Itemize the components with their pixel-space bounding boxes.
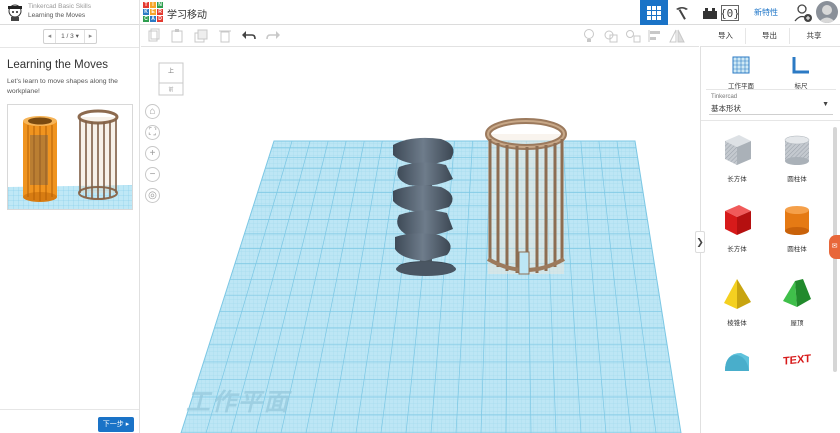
divider [0, 47, 139, 48]
lesson-pager: ◂ 1 / 3 ▾ ▸ [43, 29, 97, 44]
zoom-in-icon[interactable]: + [145, 146, 160, 161]
shape-label: 长方体 [727, 246, 747, 253]
view-cube-top-label: 上 [168, 67, 174, 75]
duplicate-icon[interactable] [193, 28, 209, 44]
library-value: 基本形状 [711, 104, 741, 113]
logo-tile: K [143, 9, 149, 15]
feedback-icon[interactable]: ✉ [829, 235, 840, 259]
lesson-title: Learning the Moves [7, 59, 109, 71]
shape-roof[interactable]: 屋顶 [775, 277, 819, 329]
whats-new-button[interactable]: 新特性 [746, 4, 786, 21]
shape-label: 长方体 [727, 176, 747, 183]
slatted-cylinder-model[interactable] [485, 118, 567, 275]
lesson-header[interactable]: Tinkercad Basic Skills Learning the Move… [0, 0, 140, 25]
logo-tile: A [150, 16, 156, 22]
tinkercad-logo[interactable]: TIN KER CAD [143, 2, 163, 23]
svg-text:TEXT: TEXT [783, 353, 811, 368]
collapse-panel-button[interactable]: ❯ [695, 231, 705, 253]
divider [706, 89, 836, 90]
grid-view-icon[interactable] [640, 0, 668, 25]
step-selector[interactable]: 1 / 3 ▾ [55, 30, 85, 43]
delete-icon[interactable] [217, 28, 233, 44]
shape-box[interactable]: 长方体 [715, 203, 759, 255]
lesson-character-icon [8, 4, 22, 21]
lesson-description: Let's learn to move shapes along the wor… [7, 78, 118, 95]
mirror-icon[interactable] [669, 28, 685, 44]
box-icon [725, 205, 751, 235]
copy-icon[interactable] [146, 28, 162, 44]
zoom-out-icon[interactable]: − [145, 167, 160, 182]
logo-tile: R [157, 9, 163, 15]
code-blocks-icon[interactable]: {0} [716, 0, 744, 25]
ungroup-icon[interactable] [625, 28, 641, 44]
fit-view-icon[interactable]: ⛶ [145, 125, 160, 140]
box-hole-icon [725, 135, 751, 165]
undo-icon[interactable] [241, 28, 257, 44]
ruler-icon [792, 57, 809, 74]
user-avatar[interactable] [816, 1, 838, 23]
logo-tile: D [157, 16, 163, 22]
roof-icon [783, 279, 811, 307]
logo-tile: C [143, 16, 149, 22]
divider [701, 120, 840, 121]
view-cube[interactable]: 上 前 [156, 57, 186, 99]
svg-text:{0}: {0} [721, 7, 739, 20]
shape-library-select[interactable]: Tinkercad 基本形状 ▼ [709, 93, 833, 115]
shape-cylinder-hole[interactable]: 圆柱体 [775, 133, 819, 185]
shape-label: 棱锥体 [727, 320, 747, 327]
view-cube-front-label: 前 [168, 86, 173, 93]
shape-box-hole[interactable]: 长方体 [715, 133, 759, 185]
shape-round-roof[interactable] [715, 345, 759, 397]
ruler-tool[interactable]: 标尺 [781, 51, 821, 91]
logo-tile: I [150, 2, 156, 8]
paste-icon[interactable] [169, 28, 185, 44]
cylinder-hole-icon [784, 135, 810, 165]
round-roof-icon [725, 353, 749, 371]
workplane-tool-icon [732, 56, 750, 74]
chevron-down-icon: ▼ [822, 101, 829, 108]
workplane-label: 工作平面 [186, 387, 290, 416]
align-icon[interactable] [647, 28, 663, 44]
top-bar: Tinkercad Basic Skills Learning the Move… [0, 0, 840, 25]
prev-step-button[interactable]: ◂ [44, 30, 55, 43]
ortho-icon[interactable]: ◎ [145, 188, 160, 203]
shape-label: 屋顶 [790, 320, 804, 327]
workplane-viewport[interactable]: 上 前 ⌂ ⛶ + − ◎ 工作平面 [141, 47, 699, 433]
lesson-series: Tinkercad Basic Skills [28, 3, 91, 10]
right-header: 导入 导出 共享 [700, 25, 840, 47]
export-button[interactable]: 导出 [750, 28, 790, 44]
pyramid-icon [724, 279, 751, 309]
add-user-icon[interactable] [793, 2, 813, 23]
edit-toolbar [141, 25, 699, 47]
group-icon[interactable] [603, 28, 619, 44]
lesson-preview-image [7, 104, 133, 210]
shape-pyramid[interactable]: 棱锥体 [715, 277, 759, 329]
lesson-panel: ◂ 1 / 3 ▾ ▸ Learning the Moves Let's lea… [0, 25, 140, 433]
logo-tile: E [150, 9, 156, 15]
cylinder-icon [785, 206, 809, 235]
workplane-tool[interactable]: 工作平面 [721, 51, 761, 91]
home-icon[interactable]: ⌂ [145, 104, 160, 119]
logo-tile: T [143, 2, 149, 8]
project-title[interactable]: 学习移动 [167, 6, 207, 21]
share-button[interactable]: 共享 [794, 28, 834, 44]
next-step-arrow[interactable]: ▸ [85, 30, 96, 43]
next-step-button[interactable]: 下一步 ▸ [98, 417, 134, 432]
import-button[interactable]: 导入 [706, 28, 746, 44]
text-icon: TEXT [783, 353, 811, 368]
divider [0, 409, 139, 410]
redo-icon[interactable] [265, 28, 281, 44]
lesson-name: Learning the Moves [28, 12, 86, 19]
pickaxe-icon[interactable] [668, 0, 696, 25]
shape-cylinder[interactable]: 圆柱体 [775, 203, 819, 255]
workplane-grid[interactable] [141, 47, 699, 433]
shape-text[interactable]: TEXT [775, 345, 819, 397]
library-source: Tinkercad [711, 94, 738, 100]
shape-label: 圆柱体 [787, 176, 807, 183]
shape-label: 圆柱体 [787, 246, 807, 253]
logo-tile: N [157, 2, 163, 8]
light-bulb-icon[interactable] [581, 28, 597, 44]
shapes-panel: 工作平面 标尺 Tinkercad 基本形状 ▼ 长方体 圆柱体 长方体 圆柱体… [700, 47, 840, 433]
